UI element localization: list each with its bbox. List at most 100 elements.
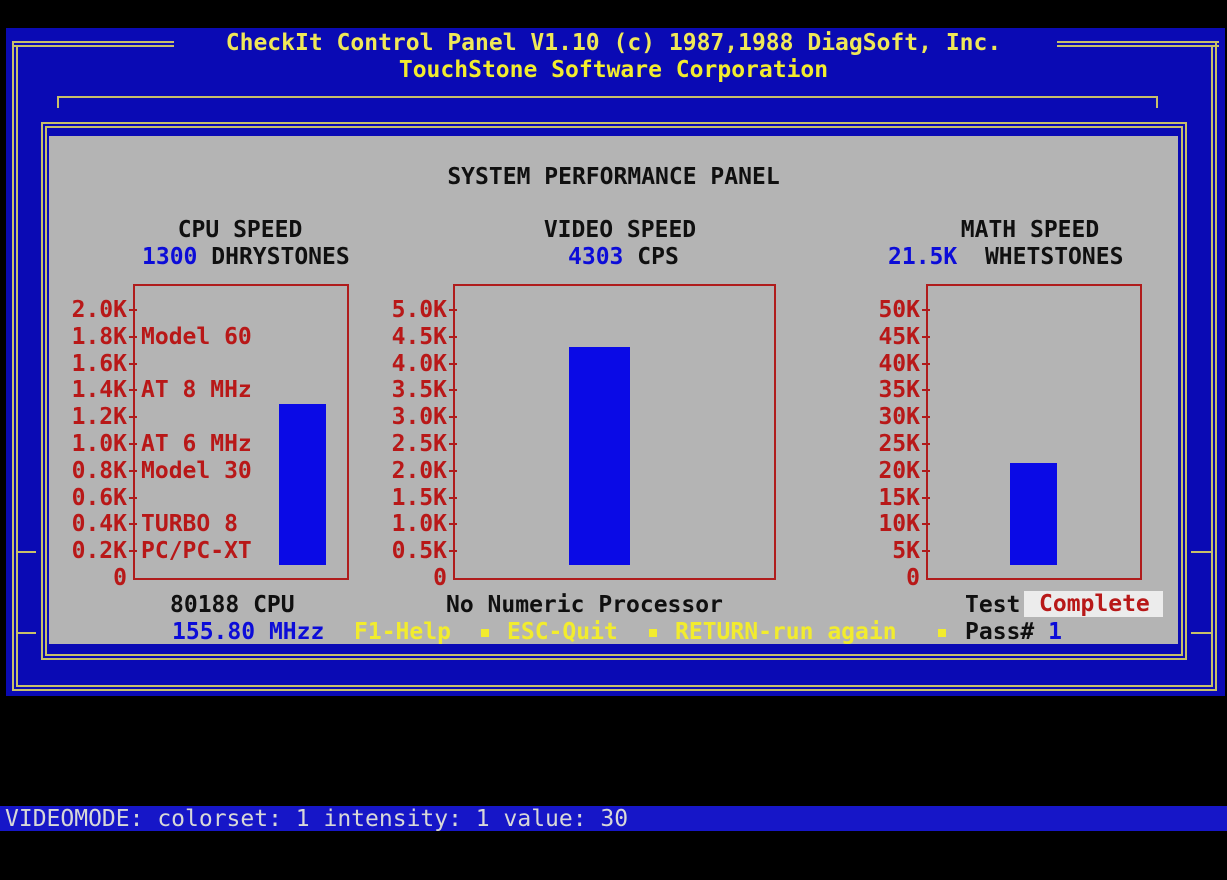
cpu-tick-mark (129, 416, 137, 419)
video-tick-mark (449, 335, 457, 338)
video-tick-label: 2.0K (391, 457, 447, 484)
math-tick-label: 25K (878, 431, 920, 457)
separator-icon (481, 629, 489, 637)
cpu-tick-label: 1.4K (71, 377, 127, 404)
video-tick-mark (449, 469, 457, 472)
cpu-speed-value: 1300 (142, 244, 198, 270)
cpu-clock-readout: 155.80 MHzz (172, 619, 324, 645)
math-speed-unit: WHETSTONES (984, 244, 1124, 270)
app-subtitle: TouchStone Software Corporation (398, 57, 829, 83)
pass-value: 1 (1048, 619, 1062, 645)
math-tick-mark (922, 496, 930, 499)
cpu-tick-label: 0 (113, 565, 127, 591)
cpu-clock-value: 155.80 (172, 619, 256, 645)
frame-line (1211, 45, 1213, 687)
pass-label: Pass# (965, 619, 1035, 645)
video-speed-heading: VIDEO SPEED (543, 217, 697, 243)
math-tick-label: 10K (878, 511, 920, 538)
cpu-clock-unit: MHzz (268, 619, 325, 645)
test-status-badge: Complete (1024, 591, 1163, 617)
cpu-tick-label: 1.8K (71, 323, 127, 350)
math-tick-mark (922, 416, 930, 419)
cpu-tick-mark (129, 469, 137, 472)
cpu-tick-mark (129, 309, 137, 311)
video-tick-mark (449, 309, 457, 311)
math-tick-label: 20K (878, 457, 920, 484)
math-tick-label: 45K (878, 323, 920, 350)
cpu-tick-label: 2.0K (71, 297, 127, 323)
cpu-tick-label: 0.2K (71, 538, 127, 565)
video-speed-bar (569, 347, 630, 565)
cpu-speed-readout: 1300 DHRYSTONES (142, 244, 350, 270)
math-tick-label: 0 (906, 565, 920, 591)
cpu-speed-bar (279, 403, 326, 565)
cpu-reference-label: Model 60 (141, 323, 252, 350)
help-key[interactable]: F1-Help (354, 619, 451, 645)
frame-tick (16, 632, 36, 634)
frame-line (16, 685, 1213, 687)
cpu-reference-label: AT 8 MHz (141, 377, 252, 404)
cpu-tick-mark (129, 362, 137, 365)
math-tick-mark (922, 362, 930, 365)
test-label: Test (965, 592, 1021, 618)
run-again-key[interactable]: RETURN-run again (675, 619, 897, 645)
video-tick-label: 1.5K (391, 484, 447, 511)
math-speed-bar (1010, 462, 1057, 565)
app-title: CheckIt Control Panel V1.10 (c) 1987,198… (225, 30, 1002, 56)
cpu-speed-heading: CPU SPEED (177, 217, 303, 243)
cpu-reference-label: PC/PC-XT (141, 538, 252, 565)
math-tick-mark (922, 443, 930, 445)
video-tick-label: 5.0K (391, 297, 447, 323)
video-speed-readout: 4303 CPS (568, 244, 679, 270)
math-tick-mark (922, 469, 930, 472)
cpu-reference-label: Model 30 (141, 457, 252, 484)
cpu-tick-label: 1.2K (71, 404, 127, 431)
video-tick-label: 2.5K (391, 431, 447, 457)
math-tick-label: 30K (878, 404, 920, 431)
video-tick-label: 0 (433, 565, 447, 591)
video-speed-value: 4303 (568, 244, 624, 270)
video-tick-mark (449, 416, 457, 419)
video-tick-label: 0.5K (391, 538, 447, 565)
video-tick-label: 4.5K (391, 323, 447, 350)
cpu-reference-label: TURBO 8 (141, 511, 238, 538)
cpu-tick-label: 0.4K (71, 511, 127, 538)
math-speed-readout: 21.5K WHETSTONES (888, 244, 1123, 270)
status-bar-text: VIDEOMODE: colorset: 1 intensity: 1 valu… (5, 806, 629, 832)
cpu-tick-mark (129, 550, 137, 553)
math-speed-heading: MATH SPEED (960, 217, 1100, 243)
bracket-line (1156, 96, 1158, 108)
cpu-type-label: 80188 CPU (170, 592, 295, 618)
math-speed-value: 21.5K (888, 244, 958, 270)
cpu-tick-mark (129, 523, 137, 526)
frame-line (12, 689, 1217, 691)
video-speed-unit: CPS (637, 244, 679, 270)
math-tick-mark (922, 389, 930, 392)
cpu-tick-label: 1.0K (71, 431, 127, 457)
video-tick-mark (449, 523, 457, 526)
math-tick-label: 35K (878, 377, 920, 404)
video-tick-label: 3.5K (391, 377, 447, 404)
quit-key[interactable]: ESC-Quit (507, 619, 618, 645)
frame-tick (1191, 632, 1211, 634)
cpu-tick-mark (129, 335, 137, 338)
video-tick-label: 4.0K (391, 350, 447, 377)
video-tick-mark (449, 362, 457, 365)
frame-line (1215, 41, 1217, 691)
bracket-line (57, 96, 1158, 98)
cpu-tick-label: 0.6K (71, 484, 127, 511)
video-tick-mark (449, 550, 457, 553)
separator-icon (649, 629, 657, 637)
math-tick-label: 15K (878, 484, 920, 511)
coprocessor-label: No Numeric Processor (446, 592, 723, 618)
math-tick-mark (922, 550, 930, 553)
video-tick-mark (449, 389, 457, 392)
video-tick-mark (449, 496, 457, 499)
math-tick-label: 50K (878, 297, 920, 323)
math-tick-label: 5K (892, 538, 920, 565)
video-tick-label: 1.0K (391, 511, 447, 538)
separator-icon (938, 629, 946, 637)
frame-tick (1191, 551, 1211, 553)
bracket-line (57, 96, 59, 108)
math-tick-mark (922, 309, 930, 311)
